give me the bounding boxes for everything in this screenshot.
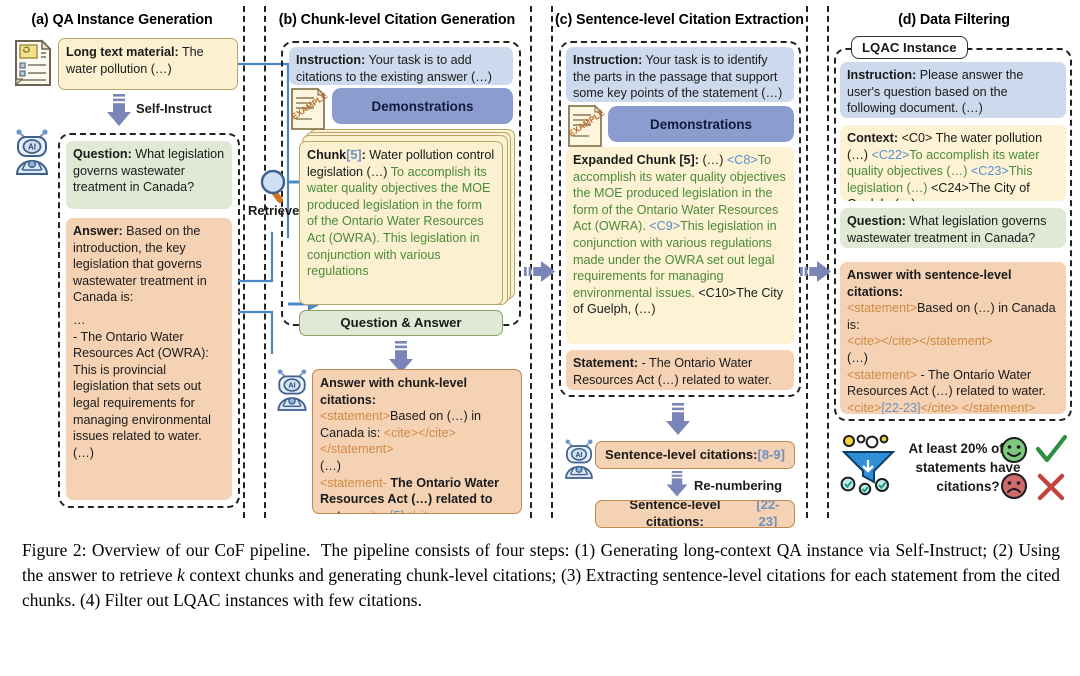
context-tag-c22: <C22> [871, 147, 910, 162]
answer-line3-a: - The Ontario Water Resources Act (OWRA)… [73, 329, 211, 444]
answer-label-a: Answer: [73, 224, 123, 238]
expanded-chunk-tag-c9: <C9> [649, 219, 681, 234]
demonstrations-label-c: Demonstrations [650, 116, 752, 132]
expanded-chunk-p0: (…) [698, 153, 727, 167]
demonstrations-bar-b: Demonstrations [332, 88, 513, 124]
answer-line4-a: (…) [73, 445, 94, 460]
chunk-output-l3-tag: <statement- [320, 475, 391, 490]
answer-l4-tag-d: <statement> [847, 367, 918, 382]
ai-robot-icon-b: AI [272, 366, 312, 414]
answer-l3-d: (…) [847, 350, 868, 365]
chunk-output-l3-cite-open: <cite> [356, 509, 390, 513]
answer-l5-id-d: [22-23] [881, 400, 921, 414]
ai-robot-icon-a: AI [10, 126, 54, 178]
self-instruct-label: Self-Instruct [136, 101, 212, 116]
instruction-box-d: Instruction: Please answer the user's qu… [840, 62, 1066, 118]
sentence-citations-label-1: Sentence-level citations: [605, 446, 758, 462]
sentence-citations-value-2: [22-23] [756, 500, 780, 528]
question-box-d: Question: What legislation governs waste… [840, 208, 1066, 248]
chunk-id: [5] [346, 148, 362, 162]
example-document-icon-c: EXAMPLE [565, 103, 606, 149]
check-mark-icon [1035, 434, 1069, 466]
context-tag-c24: <C24> [931, 180, 969, 195]
chunk-output-title: Answer with chunk-level citations: [320, 376, 467, 407]
context-tag-c23: <C23> [970, 164, 1009, 179]
svg-text:AI: AI [28, 143, 36, 152]
question-answer-bar: Question & Answer [299, 310, 503, 336]
happy-face-icon [1000, 436, 1028, 464]
expanded-chunk-tag-c10: <C10> [698, 285, 737, 300]
panel-b-title: (b) Chunk-level Citation Generation [278, 12, 516, 28]
chunk-highlight-text: To accomplish its water quality objectiv… [307, 164, 491, 279]
statement-box: Statement: - The Ontario Water Resources… [566, 350, 794, 390]
panel-a-title: (a) QA Instance Generation [31, 12, 213, 28]
panel-d-title: (d) Data Filtering [898, 12, 1010, 28]
expanded-chunk-tag-c8: <C8> [726, 153, 758, 167]
statement-label: Statement: [573, 356, 639, 370]
instruction-label-d: Instruction: [847, 68, 917, 82]
expanded-chunk-label: Expanded Chunk [5]: [573, 153, 699, 167]
sentence-citations-value-1: [8-9] [757, 446, 785, 462]
answer-l5-close-d: </cite> </statement> [920, 400, 1036, 414]
context-label-d: Context: [847, 131, 899, 145]
magnifying-glass-icon [258, 168, 292, 208]
answer-line2-a: … [73, 312, 86, 327]
instruction-box-c: Instruction: Your task is to identify th… [566, 47, 794, 102]
long-text-material-box: Long text material: The water pollution … [58, 38, 238, 90]
context-box-d: Context: <C0> The water pollution (…) <C… [840, 125, 1066, 201]
demonstrations-label-b: Demonstrations [371, 98, 474, 114]
lqac-instance-tab: LQAC Instance [851, 36, 968, 59]
question-answer-label: Question & Answer [340, 314, 462, 330]
sad-face-icon [1000, 472, 1028, 500]
sentence-citations-box-2: Sentence-level citations: [22-23] [595, 500, 795, 528]
answer-box-d: Answer with sentence-level citations: <s… [840, 262, 1066, 414]
demonstrations-bar-c: Demonstrations [608, 106, 794, 142]
figure-canvas: (a) QA Instance Generation Long text mat… [0, 0, 1080, 530]
chunk-level-output-box: Answer with chunk-level citations: <stat… [312, 369, 522, 514]
instruction-label-b: Instruction: [296, 53, 366, 67]
example-document-icon-b: EXAMPLE [288, 86, 329, 132]
sentence-citations-box-1: Sentence-level citations: [8-9] [595, 441, 795, 469]
renumbering-label: Re-numbering [694, 478, 783, 493]
answer-l2-cite-d: <cite></cite></statement> [847, 334, 993, 349]
arrow-c-to-d [800, 261, 831, 282]
chunk-label: Chunk [307, 148, 347, 162]
figure-caption: Figure 2: Overview of our CoF pipeline. … [22, 540, 1060, 610]
answer-l1-tag-d: <statement> [847, 301, 918, 316]
document-icon [12, 38, 54, 88]
answer-l5-open-d: <cite> [847, 400, 882, 414]
instruction-label-c: Instruction: [573, 53, 643, 67]
instruction-box-b: Instruction: Your task is to add citatio… [289, 47, 513, 85]
chunk-output-l2: (…) [320, 458, 341, 473]
arrow-b-to-c [524, 261, 555, 282]
context-tag-c0: <C0> [898, 131, 933, 145]
self-instruct-arrow [106, 94, 132, 128]
chunk-output-l3-cite-id: [5] [390, 509, 404, 513]
svg-text:AI: AI [288, 381, 295, 390]
ai-robot-icon-c: AI [560, 436, 598, 482]
question-box-a: Question: What legislation governs waste… [66, 141, 232, 209]
answer-title-d: Answer with sentence-level citations: [847, 268, 1012, 299]
question-label-a: Question: [73, 147, 132, 161]
chunk-output-l1-tag: <statement> [320, 409, 391, 424]
panel-c-title: (c) Sentence-level Citation Extraction [555, 12, 804, 28]
question-label-d: Question: [847, 214, 906, 228]
chunk-box: Chunk[5]: Water pollution control legisl… [299, 141, 503, 305]
long-text-label: Long text material: [66, 45, 179, 59]
answer-box-a: Answer: Based on the introduction, the k… [66, 218, 232, 500]
sentence-citations-label-2: Sentence-level citations: [629, 500, 721, 528]
statement-to-citations-arrow [665, 403, 691, 437]
renumbering-arrow [665, 471, 689, 499]
cross-mark-icon [1036, 472, 1066, 502]
svg-text:AI: AI [576, 452, 583, 459]
expanded-chunk-box: Expanded Chunk [5]: (…) <C8>To accomplis… [566, 147, 794, 344]
funnel-filter-icon [840, 433, 903, 496]
